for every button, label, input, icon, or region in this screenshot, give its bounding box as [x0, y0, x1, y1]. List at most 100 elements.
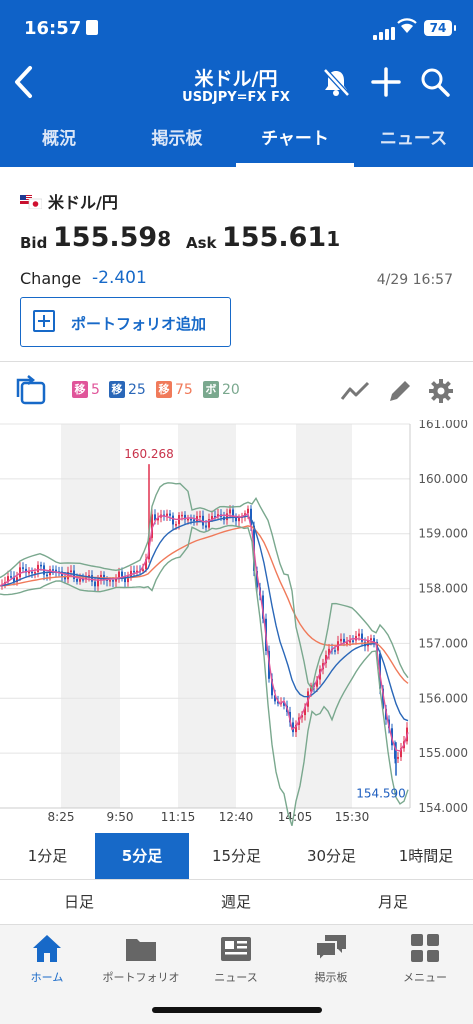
candle-up	[142, 569, 144, 571]
indicator-bb20[interactable]: ボ 20	[203, 381, 240, 398]
candle-up	[340, 638, 342, 642]
tab-news[interactable]: ニュース	[354, 118, 473, 167]
bid-price: 155.598	[53, 222, 171, 253]
candle-down	[55, 569, 57, 572]
add-portfolio-button[interactable]: ポートフォリオ追加	[20, 297, 231, 347]
nav-home[interactable]: ホーム	[0, 931, 94, 985]
y-tick-label: 159.000	[418, 527, 468, 541]
search-icon[interactable]	[419, 66, 451, 98]
ma-chip: 移	[109, 381, 125, 398]
tab-board[interactable]: 掲示板	[118, 118, 236, 167]
nav-news[interactable]: ニュース	[189, 931, 283, 985]
nav-label: ポートフォリオ	[102, 971, 180, 984]
trendline-icon[interactable]	[340, 377, 370, 405]
candle-up	[229, 509, 231, 514]
bid-price-last: 8	[157, 227, 172, 251]
nav-label: ホーム	[30, 971, 64, 984]
candle-down	[172, 515, 174, 525]
timeframe-1min[interactable]: 1分足	[0, 833, 95, 879]
candle-up	[187, 518, 189, 521]
low-annotation: 154.590	[356, 787, 406, 801]
y-tick-label: 156.000	[418, 691, 468, 705]
ma-chip: 移	[156, 381, 172, 398]
indicator-ma25[interactable]: 移 25	[109, 381, 146, 398]
candle-down	[193, 519, 195, 522]
price-chart[interactable]: 161.000 160.000 159.000 158.000 157.000 156.0…	[0, 420, 473, 830]
y-tick-label: 160.000	[418, 472, 468, 486]
pencil-icon[interactable]	[384, 377, 414, 405]
status-time-text: 16:57	[24, 18, 82, 39]
candle-up	[199, 515, 201, 518]
tab-bar: 概況 掲示板 チャート ニュース	[0, 118, 473, 167]
candle-up	[118, 571, 120, 578]
candle-down	[94, 581, 96, 587]
ask-label: Ask	[186, 234, 217, 252]
candle-down	[205, 525, 207, 528]
timeframe-weekly[interactable]: 週足	[189, 880, 283, 924]
candle-down	[133, 570, 135, 573]
candle-down	[334, 650, 336, 652]
x-tick-label: 14:05	[278, 810, 313, 824]
candle-up	[346, 642, 348, 644]
quote-timestamp: 4/29 16:57	[376, 272, 453, 288]
indicator-ma75[interactable]: 移 75	[156, 381, 193, 398]
ask-price: 155.611	[222, 222, 340, 253]
gear-icon[interactable]	[426, 377, 456, 405]
timeframe-daily[interactable]: 日足	[32, 880, 126, 924]
timeframe-15min[interactable]: 15分足	[189, 833, 284, 879]
us-jp-flag-icon	[20, 195, 42, 209]
indicator-ma5[interactable]: 移5	[72, 381, 100, 398]
nav-portfolio[interactable]: ポートフォリオ	[94, 931, 188, 985]
pair-name: 米ドル/円	[20, 189, 118, 213]
ma-chip: 移	[72, 381, 88, 398]
tab-overview[interactable]: 概況	[0, 118, 118, 167]
timeframe-30min[interactable]: 30分足	[284, 833, 379, 879]
candle-down	[40, 564, 42, 567]
status-bar: 16:57 74	[0, 0, 473, 58]
candle-down	[52, 569, 54, 571]
candle-down	[22, 567, 24, 569]
timeframe-selector: 1分足 5分足 15分足 30分足 1時間足	[0, 833, 473, 879]
plus-icon[interactable]	[370, 66, 402, 98]
tab-chart[interactable]: チャート	[236, 118, 354, 167]
chat-icon	[315, 935, 346, 964]
candle-up	[109, 580, 111, 582]
x-tick-label: 15:30	[335, 810, 370, 824]
pair-name-text: 米ドル/円	[48, 193, 118, 212]
bb-chip: ボ	[203, 381, 219, 398]
bid-price-main: 155.59	[53, 222, 158, 253]
ask-price-main: 155.61	[222, 222, 327, 253]
nav-menu[interactable]: メニュー	[378, 931, 472, 985]
session-band	[178, 424, 236, 808]
high-annotation: 160.268	[124, 447, 174, 461]
candle-down	[169, 513, 171, 516]
grid-icon	[411, 934, 439, 962]
page-subtitle: USDJPY=FX FX	[182, 90, 290, 105]
timeframe-1hour[interactable]: 1時間足	[379, 833, 473, 879]
wifi-icon	[397, 18, 417, 33]
timeframe-5min[interactable]: 5分足	[95, 833, 189, 879]
candle-up	[175, 524, 177, 526]
back-icon[interactable]	[8, 62, 40, 102]
nav-board[interactable]: 掲示板	[284, 931, 378, 985]
swap-chart-icon[interactable]	[14, 375, 48, 407]
change-value: -2.401	[92, 268, 147, 288]
news-icon	[221, 937, 251, 961]
change-label: Change	[20, 269, 82, 288]
divider	[0, 361, 473, 362]
candle-up	[181, 514, 183, 517]
candle-up	[70, 570, 72, 572]
indicator-value: 20	[222, 382, 240, 398]
candle-up	[34, 572, 36, 574]
y-tick-label: 155.000	[418, 746, 468, 760]
bid-label: Bid	[20, 234, 48, 252]
timeframe-monthly[interactable]: 月足	[346, 880, 440, 924]
ask-price-last: 1	[326, 227, 341, 251]
person-icon	[86, 20, 99, 35]
x-tick-label: 8:25	[48, 810, 75, 824]
x-tick-label: 9:50	[107, 810, 134, 824]
session-band	[296, 424, 352, 808]
nav-label: メニュー	[403, 971, 447, 984]
bell-off-icon[interactable]	[320, 66, 352, 98]
x-tick-label: 12:40	[219, 810, 254, 824]
